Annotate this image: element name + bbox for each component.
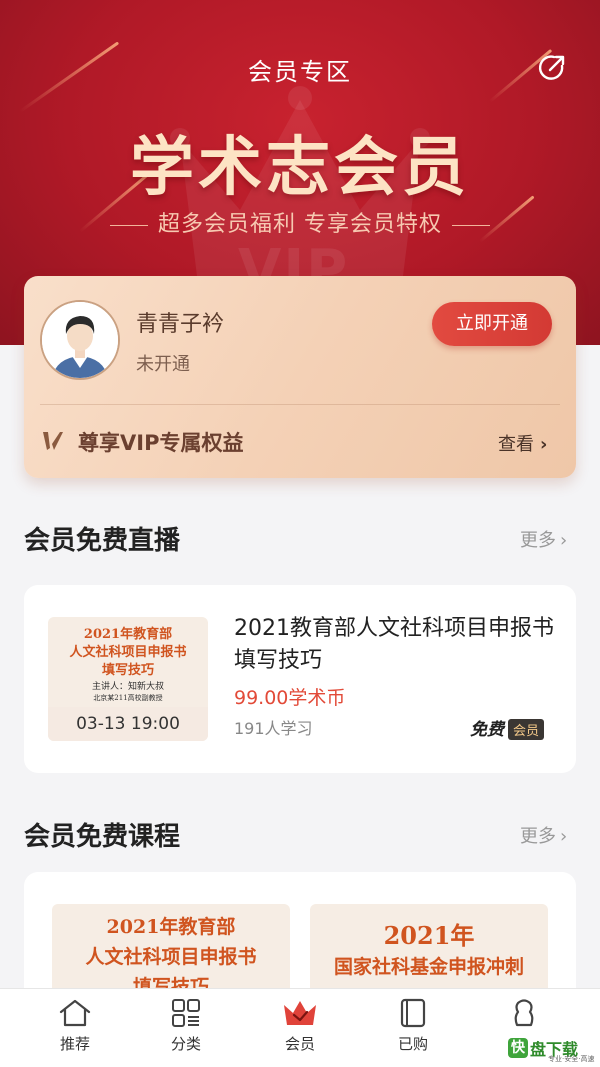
page-title: 会员专区 [248,58,352,86]
thumb-line: 人文社科项目申报书 [85,946,257,968]
course-thumbnail[interactable]: 2021年 国家社科基金申报冲刺 [310,904,548,994]
avatar-illustration-icon [42,302,118,378]
course-more-link[interactable]: 更多 › [520,822,567,848]
thumb-line: 国家社科基金申报冲刺 [333,956,524,978]
thumb-line: 填写技巧 [101,663,154,678]
thumb-line: 2021年教育部 [106,916,236,938]
live-thumbnail: 2021年教育部 人文社科项目申报书 填写技巧 主讲人：知新大叔 北京某211高… [48,617,208,741]
divider [40,404,560,405]
vip-benefits-label: 尊享VIP专属权益 [78,431,244,455]
home-icon [59,999,91,1027]
thumb-line: 2021年教育部 [83,627,173,642]
watermark-badge: 快 [508,1038,528,1058]
thumb-org: 北京某211高校副教授 [93,694,163,702]
username: 青青子衿 [136,312,225,337]
hero-title: 学术志会员 [130,131,470,205]
live-more-link[interactable]: 更多 › [520,526,567,552]
book-icon [400,998,426,1028]
site-watermark-logo: 快 盘下载 专业·安全·高速 [508,1036,596,1063]
membership-status: 未开通 [136,354,190,375]
live-item-card[interactable]: 2021年教育部 人文社科项目申报书 填写技巧 主讲人：知新大叔 北京某211高… [24,585,576,773]
chevron-right-icon: › [560,826,568,847]
hero-subtitle-text: 超多会员福利 专享会员特权 [158,212,442,237]
tab-recommend[interactable]: 推荐 [35,997,115,1054]
live-time: 03-13 19:00 [48,707,208,741]
tab-label: 已购 [397,1035,428,1053]
live-item-learners: 191人学习 [234,719,313,738]
course-section-title: 会员免费课程 [24,822,181,852]
thumb-speaker: 主讲人：知新大叔 [91,682,164,692]
user-icon [514,999,534,1027]
divider-line [452,224,490,226]
open-membership-button[interactable]: 立即开通 [432,302,552,346]
member-card: 青青子衿 未开通 立即开通 尊享VIP专属权益 查看 › [24,276,576,478]
tab-member[interactable]: 会员 [260,997,340,1054]
free-label: 免费 [470,720,504,740]
live-item-price: 99.00学术币 [234,687,346,709]
divider-line [110,224,148,226]
grid-icon [172,999,200,1027]
chevron-right-icon: › [540,434,548,455]
more-label: 更多 [520,530,556,551]
tab-mine[interactable] [484,997,564,1029]
tab-label: 推荐 [59,1035,90,1053]
tab-category[interactable]: 分类 [146,997,226,1054]
hero-subtitle: 超多会员福利 专享会员特权 [0,206,600,238]
tab-label: 分类 [170,1035,201,1053]
tab-label: 会员 [284,1035,315,1053]
watermark-slogan: 专业·安全·高速 [548,1055,595,1063]
free-member-badge: 免费 会员 [470,715,545,740]
thumb-line: 人文社科项目申报书 [69,645,187,660]
member-label: 会员 [508,719,545,740]
thumb-line: 2021年 [383,921,475,950]
share-icon[interactable] [536,52,568,84]
crown-icon [284,1001,316,1025]
more-label: 更多 [520,826,556,847]
chevron-right-icon: › [560,530,568,551]
live-item-title: 2021教育部人文社科项目申报书填写技巧 [234,616,554,673]
vip-v-icon [43,432,63,450]
live-section-title: 会员免费直播 [24,526,181,556]
view-benefits-link[interactable]: 查看 › [498,430,547,456]
avatar[interactable] [40,300,120,380]
view-label: 查看 [498,434,534,455]
tab-purchased[interactable]: 已购 [373,997,453,1054]
course-thumbnail[interactable]: 2021年教育部 人文社科项目申报书 填写技巧 [52,904,290,994]
